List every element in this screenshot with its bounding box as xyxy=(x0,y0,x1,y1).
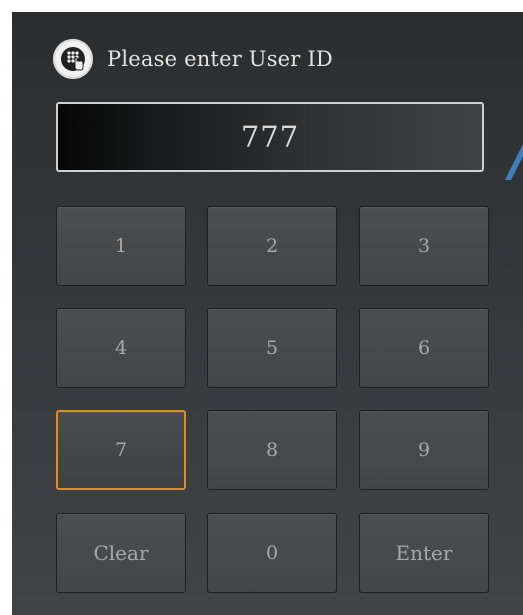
key-1[interactable]: 1 xyxy=(56,206,186,286)
prompt-label: Please enter User ID xyxy=(107,47,333,71)
clear-button[interactable]: Clear xyxy=(56,513,186,593)
user-id-value: 777 xyxy=(240,120,300,154)
key-3[interactable]: 3 xyxy=(359,206,489,286)
key-6[interactable]: 6 xyxy=(359,308,489,388)
key-7[interactable]: 7 xyxy=(56,410,186,490)
user-id-display: 777 xyxy=(56,102,484,172)
enter-button[interactable]: Enter xyxy=(359,513,489,593)
key-5[interactable]: 5 xyxy=(207,308,337,388)
key-0[interactable]: 0 xyxy=(207,513,337,593)
key-4[interactable]: 4 xyxy=(56,308,186,388)
header: Please enter User ID xyxy=(53,39,333,79)
keypad-touch-icon xyxy=(53,39,93,79)
key-9[interactable]: 9 xyxy=(359,410,489,490)
pointer-arrow-icon xyxy=(505,144,523,180)
key-2[interactable]: 2 xyxy=(207,206,337,286)
key-8[interactable]: 8 xyxy=(207,410,337,490)
